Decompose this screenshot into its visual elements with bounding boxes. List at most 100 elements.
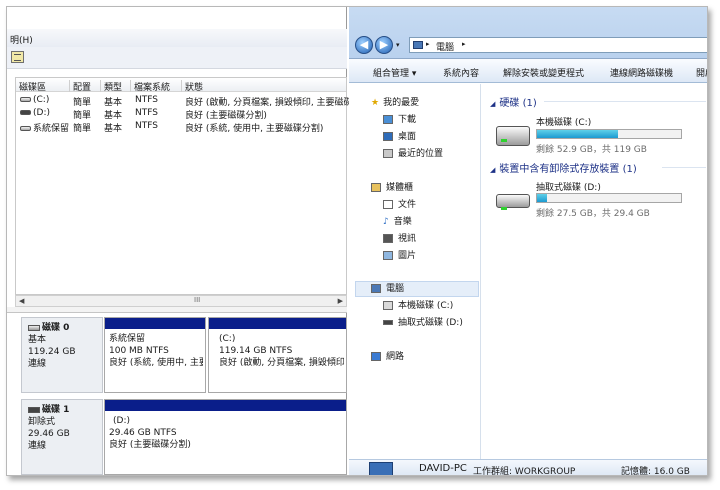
partition-system-reserved[interactable]: 系統保留 100 MB NTFS 良好 (系統, 使用中, 主要 [104,317,206,393]
history-dropdown-icon[interactable]: ▾ [396,41,400,49]
capacity-fill [537,194,548,202]
memory: 記憶體: 16.0 GB [621,467,690,476]
disk-kind: 基本 [28,335,47,345]
disk-0-label[interactable]: 磁碟 0 基本 119.24 GB 連線 [21,317,103,393]
disk-title: 磁碟 0 [42,323,70,333]
col-filesystem[interactable]: 檔案系統 [131,80,182,93]
volume-cell: 系統保留 [20,121,69,134]
drive-c-space: 剩餘 52.9 GB，共 119 GB [536,145,647,155]
back-button[interactable]: ◀ [355,36,373,54]
partition-size: 100 MB NTFS [109,346,169,356]
col-status[interactable]: 狀態 [182,80,348,93]
group-removable[interactable]: ◢ 裝置中含有卸除式存放裝置 (1) [490,160,637,175]
scroll-right-icon[interactable]: ▶ [338,297,343,305]
col-volume[interactable]: 磁碟區 [16,80,70,93]
group-divider [662,167,706,168]
menu-bar: 明(H) [7,29,347,47]
pane-splitter[interactable] [7,307,347,313]
group-hard-disks[interactable]: ◢ 硬碟 (1) [490,94,537,109]
menu-help[interactable]: 明(H) [10,33,33,46]
collapse-icon[interactable]: ◢ [490,100,495,108]
nav-computer[interactable]: 電腦 [371,282,404,296]
drive-c-capacity-bar [536,129,682,139]
disk-size: 29.46 GB [28,429,70,439]
nav-favorites[interactable]: ★ 我的最愛 [371,96,419,110]
breadcrumb-arrow-icon[interactable]: ▸ [462,40,466,48]
music-icon: ♪ [383,217,389,227]
documents-icon [383,200,393,209]
partition-text: (D:) 29.46 GB NTFS 良好 (主要磁碟分割) [109,415,344,451]
horizontal-scrollbar[interactable]: ◀ III ▶ [15,295,347,307]
fs-cell: NTFS [135,121,158,131]
nav-music[interactable]: ♪ 音樂 [383,215,412,229]
removable-drive-icon [496,194,530,210]
volume-list-header: 磁碟區 配置 類型 檔案系統 狀態 [16,78,348,93]
removable-drive-icon [20,110,31,115]
command-bar: 組合管理 ▾ 系統內容 解除安裝或變更程式 連線網路磁碟機 開啟 [349,59,707,83]
partition-c[interactable]: (C:) 119.14 GB NTFS 良好 (啟動, 分頁檔案, 損毀傾印, … [208,317,347,393]
drive-d-name[interactable]: 抽取式磁碟 (D:) [536,180,601,193]
type-cell: 基本 [104,124,123,134]
nav-downloads[interactable]: 下載 [383,113,416,127]
nav-desktop[interactable]: 桌面 [383,130,416,144]
partition-d[interactable]: (D:) 29.46 GB NTFS 良好 (主要磁碟分割) [104,399,347,475]
disk-size: 119.24 GB [28,347,76,357]
partition-size: 119.14 GB NTFS [219,346,293,356]
navigation-pane: ★ 我的最愛 下載 桌面 最近的位置 媒體櫃 文件 ♪ 音樂 視訊 圖片 電腦 本機… [349,84,481,459]
nav-network[interactable]: 網路 [371,350,404,364]
recent-places-icon [383,149,393,158]
pc-name: DAVID-PC [419,463,467,474]
breadcrumb-arrow-icon[interactable]: ▸ [426,40,430,48]
workgroup: 工作群組: WORKGROUP [473,467,576,476]
disk-kind: 卸除式 [28,417,56,427]
removable-drive-icon [383,320,393,325]
breadcrumb-computer[interactable]: 電腦 [436,40,454,53]
explorer-window: ◀ ▶ ▾ ▸ 電腦 ▸ 組合管理 ▾ 系統內容 解除安裝或變更程式 連線網路磁… [349,7,707,476]
forward-button[interactable]: ▶ [375,36,393,54]
col-layout[interactable]: 配置 [70,80,101,93]
scroll-thumb[interactable]: III [194,296,200,304]
nav-drive-d[interactable]: 抽取式磁碟 (D:) [383,316,463,330]
uninstall-program-button[interactable]: 解除安裝或變更程式 [503,66,584,79]
nav-drive-c[interactable]: 本機磁碟 (C:) [383,299,453,313]
partition-text: 系統保留 100 MB NTFS 良好 (系統, 使用中, 主要 [109,333,203,369]
address-bar[interactable]: ▸ 電腦 ▸ [409,37,707,53]
table-row[interactable]: (D:) 簡單 基本 NTFS 良好 (主要磁碟分割) [16,107,346,121]
explorer-titlebar: ◀ ▶ ▾ ▸ 電腦 ▸ [349,7,707,59]
screenshot-frame: 明(H) 磁碟區 配置 類型 檔案系統 狀態 (C:) 簡單 基本 NTFS 良… [6,6,708,476]
nav-videos[interactable]: 視訊 [383,232,416,246]
open-control-panel-button[interactable]: 開啟 [696,66,707,79]
status-cell: 良好 (系統, 使用中, 主要磁碟分割) [185,124,324,134]
pictures-icon [383,251,393,260]
organize-button[interactable]: 組合管理 ▾ [373,66,416,79]
partition-name: (C:) [219,334,236,344]
network-icon [371,352,381,361]
drive-c-name[interactable]: 本機磁碟 (C:) [536,115,591,128]
partition-status: 良好 (主要磁碟分割) [109,440,191,450]
nav-recent[interactable]: 最近的位置 [383,147,443,161]
table-row[interactable]: 系統保留 簡單 基本 NTFS 良好 (系統, 使用中, 主要磁碟分割) [16,120,346,134]
details-pane: DAVID-PC 工作群組: WORKGROUP 記憶體: 16.0 GB [349,459,707,476]
volume-list: 磁碟區 配置 類型 檔案系統 狀態 (C:) 簡單 基本 NTFS 良好 (啟動… [15,77,374,295]
drive-d-capacity-bar [536,193,682,203]
partition-bar [209,318,346,329]
col-type[interactable]: 類型 [101,80,131,93]
nav-libraries[interactable]: 媒體櫃 [371,181,413,195]
system-properties-button[interactable]: 系統內容 [443,66,479,79]
fs-cell: NTFS [135,95,158,105]
disk-state: 連線 [28,359,47,369]
partition-bar [105,318,205,329]
star-icon: ★ [371,98,380,108]
collapse-icon[interactable]: ◢ [490,166,495,174]
nav-documents[interactable]: 文件 [383,198,416,212]
scroll-left-icon[interactable]: ◀ [19,297,24,305]
drive-icon [383,301,393,310]
properties-icon[interactable] [11,51,24,63]
map-network-drive-button[interactable]: 連線網路磁碟機 [610,66,673,79]
table-row[interactable]: (C:) 簡單 基本 NTFS 良好 (啟動, 分頁檔案, 損毀傾印, 主要磁碟… [16,94,374,108]
hard-drive-icon [496,126,530,146]
disk-1-label[interactable]: 磁碟 1 卸除式 29.46 GB 連線 [21,399,103,475]
group-divider [544,101,706,102]
disk-title: 磁碟 1 [42,405,70,415]
nav-pictures[interactable]: 圖片 [383,249,416,263]
